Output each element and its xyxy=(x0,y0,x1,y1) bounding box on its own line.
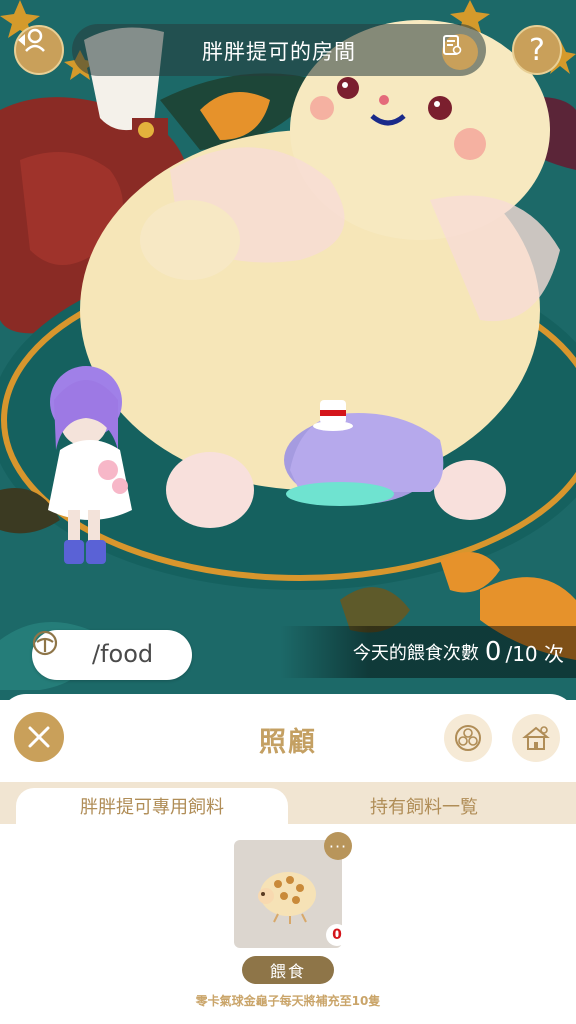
more-options-button[interactable]: ··· xyxy=(324,832,352,860)
food-item-card[interactable]: ··· 0 xyxy=(234,832,352,948)
care-panel: 照顧 胖胖提可專用飼料 持有飼料一覧 ··· 0 餵食 零卡氣球金龜子每天將補充… xyxy=(0,694,576,1024)
quantity-badge: 0 xyxy=(326,924,348,946)
command-text: /food xyxy=(92,640,154,668)
tab-owned-food[interactable]: 持有飼料一覧 xyxy=(288,788,560,824)
feed-count-value: 0 xyxy=(484,637,502,667)
command-pill[interactable]: /food xyxy=(32,630,192,680)
room-log-button[interactable] xyxy=(442,34,478,70)
game-scene[interactable]: 胖胖提可的房間 ? /food 今天的餵食次數 0 /10 次 xyxy=(0,0,576,700)
sprout-icon xyxy=(32,630,58,656)
feed-count-limit: /10 次 xyxy=(505,641,564,666)
feed-button[interactable]: 餵食 xyxy=(242,956,334,984)
house-button[interactable] xyxy=(512,714,560,762)
exit-room-button[interactable] xyxy=(14,25,64,75)
house-icon xyxy=(522,726,550,750)
feed-count-label: 今天的餵食次數 xyxy=(352,643,479,664)
food-tabs: 胖胖提可專用飼料 持有飼料一覧 xyxy=(0,782,576,824)
tab-special-food[interactable]: 胖胖提可專用飼料 xyxy=(16,788,288,824)
exit-room-icon xyxy=(18,28,45,52)
rgb-icon xyxy=(455,725,481,751)
help-button[interactable]: ? xyxy=(512,25,562,75)
room-title: 胖胖提可的房間 xyxy=(202,40,356,64)
rgb-button[interactable] xyxy=(444,714,492,762)
refill-note: 零卡氣球金龜子每天將補充至10隻 xyxy=(195,994,381,1008)
question-mark-icon: ? xyxy=(529,32,545,68)
room-title-bar: 胖胖提可的房間 xyxy=(72,24,486,76)
daily-feed-counter: 今天的餵食次數 0 /10 次 xyxy=(280,626,576,678)
room-illustration xyxy=(0,0,576,700)
log-icon xyxy=(443,35,462,55)
